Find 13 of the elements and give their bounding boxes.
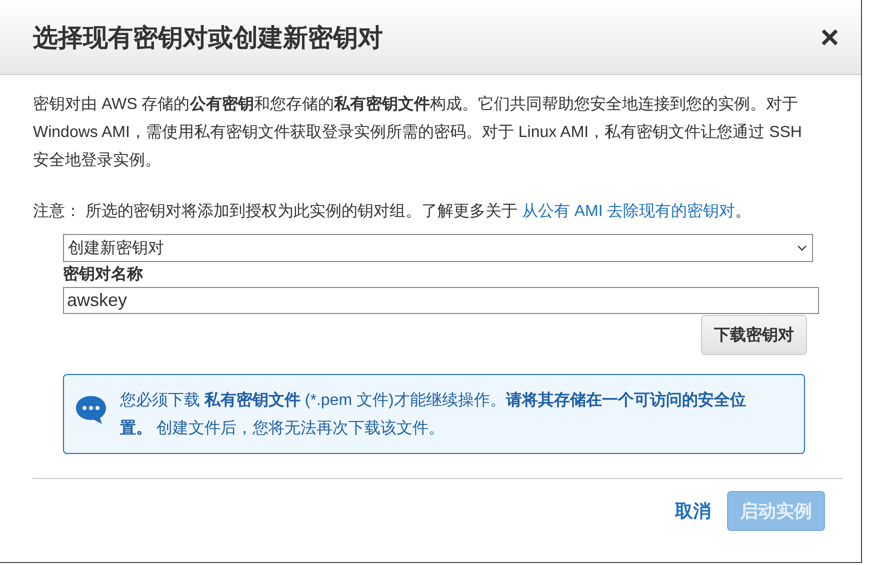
intro-text: 密钥对由 AWS 存储的公有密钥和您存储的私有密钥文件构成。它们共同帮助您安全地连接到您的实例。对于 Windows AMI，需使用私有密钥文件获取登录实例所需的密码。对于 Linux AMI，私有密钥文件让您通过 SSH 安全地登录实例。 bbox=[33, 94, 803, 171]
download-button[interactable]: 下载密钥对 bbox=[701, 315, 807, 355]
note-text: 注意： 所选的密钥对将添加到授权为此实例的钥对组。了解更多关于 从公有 AMI 去除现有的密钥对。 bbox=[33, 202, 752, 222]
close-button[interactable]: × bbox=[816, 21, 843, 53]
dialog-title: 选择现有密钥对或创建新密钥对 bbox=[33, 22, 383, 54]
remove-key-link[interactable]: 从公有 AMI 去除现有的密钥对 bbox=[522, 203, 736, 220]
field-label: 密钥对名称 bbox=[63, 264, 144, 285]
chat-bubble-icon bbox=[74, 393, 108, 427]
info-text: 您必须下载 私有密钥文件 (*.pem 文件)才能继续操作。请将其存储在一个可访问的安全位置。 创建文件后，您将无法再次下载该文件。 bbox=[120, 390, 747, 439]
key-name-field[interactable]: awskey bbox=[63, 287, 819, 314]
chevron-down-icon bbox=[796, 244, 808, 252]
key-pair-dropdown[interactable]: 创建新密钥对 bbox=[63, 234, 813, 262]
cancel-link[interactable]: 取消 bbox=[675, 499, 711, 523]
